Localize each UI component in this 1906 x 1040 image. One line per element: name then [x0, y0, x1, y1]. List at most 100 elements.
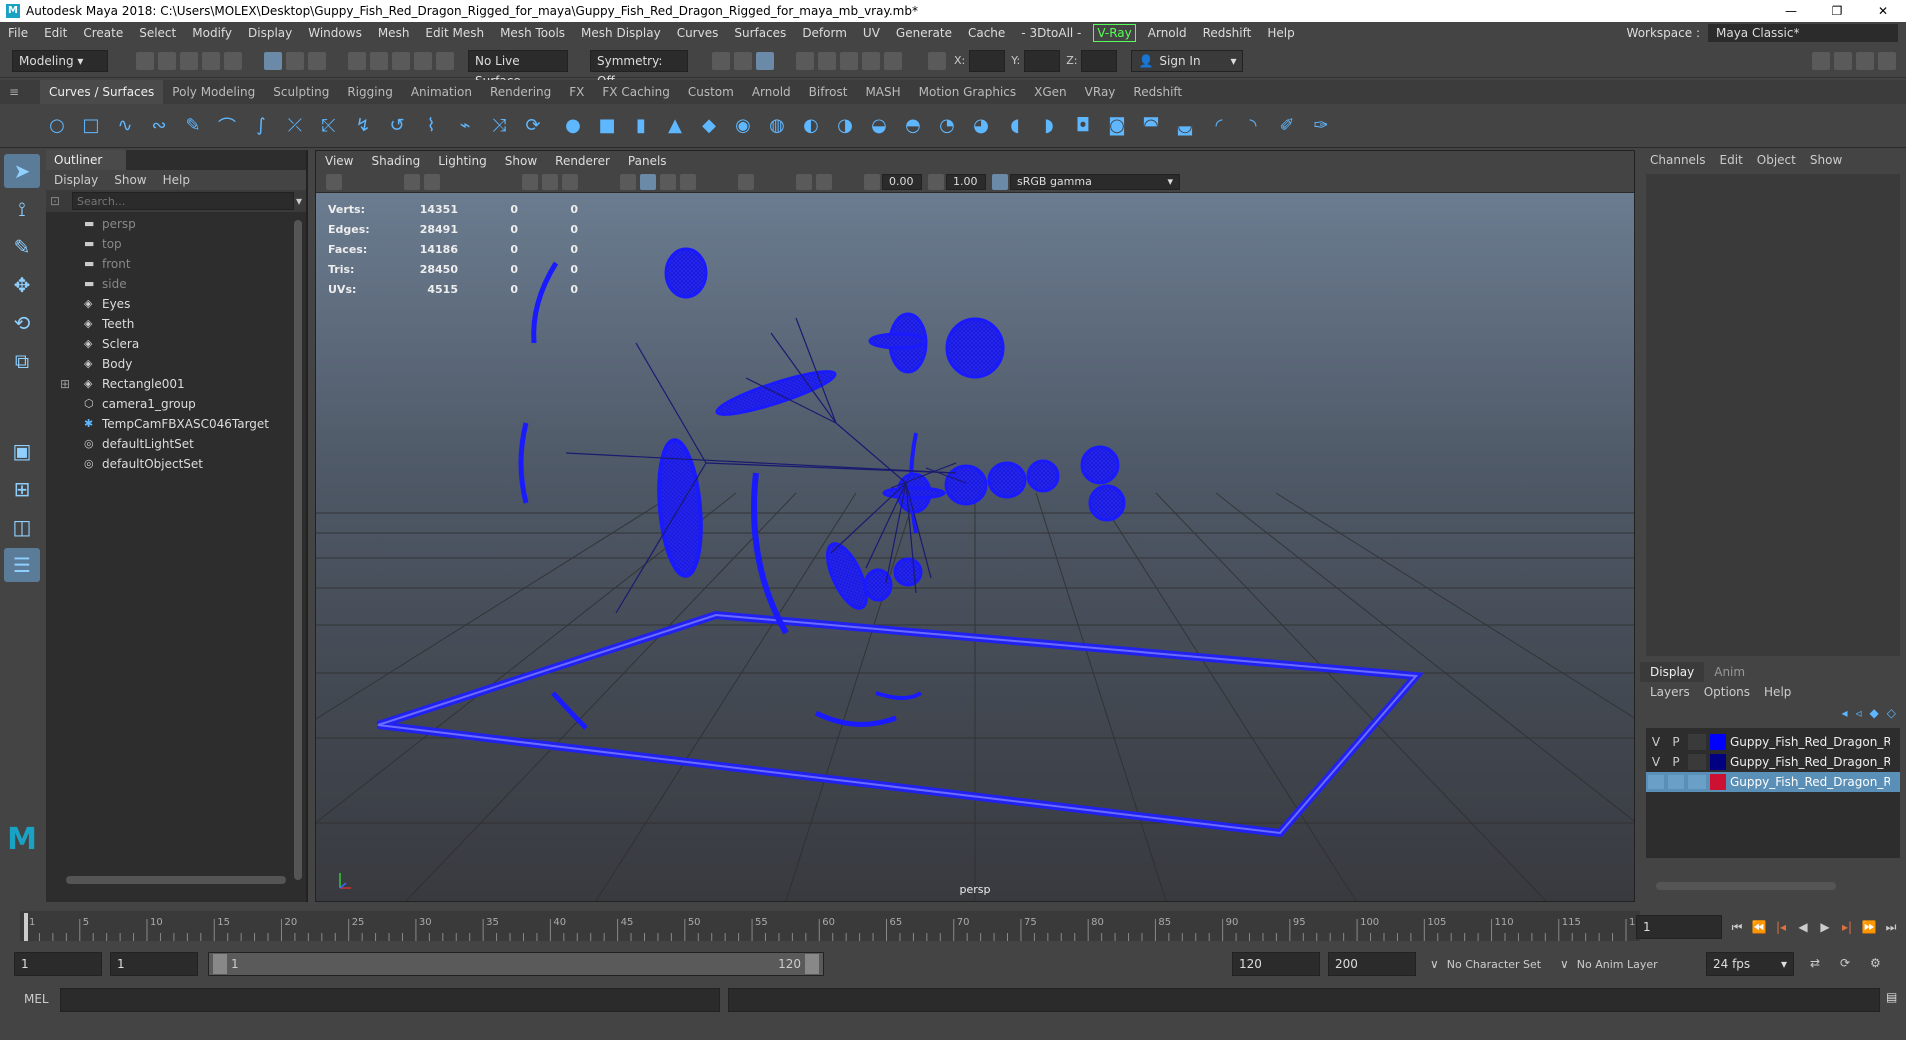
layer-horizontal-scrollbar[interactable]	[1656, 882, 1836, 890]
new-scene-icon[interactable]	[136, 51, 154, 70]
select-component-icon[interactable]	[308, 51, 326, 70]
outliner-search-input[interactable]	[72, 192, 294, 210]
film-gate-icon[interactable]	[542, 173, 558, 190]
channel-box-icon[interactable]	[1878, 51, 1896, 70]
current-frame-field[interactable]: 1	[1636, 915, 1722, 939]
layer-row[interactable]: V P Guppy_Fish_Red_Dragon_Rigg	[1646, 752, 1900, 772]
exposure-icon[interactable]	[864, 173, 880, 190]
planar-icon[interactable]: ◐	[798, 113, 824, 139]
loft-icon[interactable]: ◍	[764, 113, 790, 139]
move-tool-icon[interactable]: ✥	[4, 268, 40, 302]
shelf-tab-rendering[interactable]: Rendering	[481, 80, 560, 104]
animation-start-field[interactable]: 1	[14, 952, 102, 976]
shelf-tab-bifrost[interactable]: Bifrost	[800, 80, 857, 104]
rebuild-surface-icon[interactable]: ◝	[1240, 113, 1266, 139]
isolate-select-icon[interactable]	[796, 173, 812, 190]
fps-dropdown[interactable]: 24 fps ▾	[1706, 952, 1794, 976]
shelf-tab-fx[interactable]: FX	[560, 80, 593, 104]
nurbs-cylinder-icon[interactable]: ▮	[628, 113, 654, 139]
gamma-icon[interactable]	[928, 173, 944, 190]
offset-curve-icon[interactable]: ⌇	[418, 113, 444, 139]
open-close-icon[interactable]: ◜	[1206, 113, 1232, 139]
wireframe-icon[interactable]	[620, 173, 636, 190]
shelf-tab-redshift[interactable]: Redshift	[1124, 80, 1191, 104]
pause-icon[interactable]	[884, 51, 902, 70]
color-space-dropdown[interactable]: sRGB gamma ▾	[1010, 173, 1180, 190]
layer-color-swatch[interactable]	[1710, 774, 1726, 790]
outliner-item-teeth[interactable]: ◈ Teeth	[46, 314, 306, 334]
menu-display[interactable]: Display	[240, 22, 300, 44]
square-surface-icon[interactable]: ◔	[934, 113, 960, 139]
intersect-icon[interactable]: ◗	[1036, 113, 1062, 139]
shelf-menu-icon[interactable]: ≡	[0, 80, 40, 104]
layer-name[interactable]: Guppy_Fish_Red_Dragon_Rigg	[1730, 775, 1890, 789]
select-hierarchy-icon[interactable]	[264, 51, 282, 70]
shadows-icon[interactable]	[738, 173, 754, 190]
anim-prefs-icon[interactable]: ⚙	[1870, 956, 1881, 970]
menu-file[interactable]: File	[0, 22, 36, 44]
outliner-layout-icon[interactable]: ☰	[4, 548, 40, 582]
menu-generate[interactable]: Generate	[888, 22, 960, 44]
outliner-item-side[interactable]: ▬ side	[46, 274, 306, 294]
menu-arnold[interactable]: Arnold	[1140, 22, 1195, 44]
outliner-item-persp[interactable]: ▬ persp	[46, 214, 306, 234]
attribute-editor-icon[interactable]	[1834, 51, 1852, 70]
render-settings-icon[interactable]	[796, 51, 814, 70]
move-layer-down-icon[interactable]: ◃	[1856, 706, 1862, 720]
timeline-ruler[interactable]: 1 5 10 15 20 25 30 35 40 45 50 55 60 65 70 75 80 85 90 95 10…	[20, 905, 1640, 945]
shelf-tab-custom[interactable]: Custom	[679, 80, 743, 104]
layer-menu-options[interactable]: Options	[1704, 685, 1764, 699]
single-perspective-icon[interactable]: ▣	[4, 434, 40, 468]
outliner-item-front[interactable]: ▬ front	[46, 254, 306, 274]
camera-attributes-icon[interactable]	[326, 173, 342, 190]
vray-render-icon[interactable]	[840, 51, 858, 70]
textured-icon[interactable]	[660, 173, 676, 190]
outliner-menu-help[interactable]: Help	[155, 173, 198, 187]
rig-wireframe[interactable]	[376, 247, 1425, 838]
attach-curves-icon[interactable]: ⤫	[282, 113, 308, 139]
shelf-tab-animation[interactable]: Animation	[402, 80, 481, 104]
menu-create[interactable]: Create	[75, 22, 131, 44]
snap-curve-icon[interactable]	[370, 51, 388, 70]
viewport-menu-view[interactable]: View	[316, 151, 362, 171]
menu-3dtoall[interactable]: - 3DtoAll -	[1013, 22, 1089, 44]
outliner-item-default-light-set[interactable]: ◎ defaultLightSet	[46, 434, 306, 454]
play-backward-icon[interactable]: ◀	[1792, 920, 1814, 934]
expand-icon[interactable]: ⊞	[60, 374, 70, 394]
menu-uv[interactable]: UV	[855, 22, 888, 44]
step-back-icon[interactable]: ⏪	[1748, 920, 1770, 934]
menu-redshift[interactable]: Redshift	[1195, 22, 1260, 44]
snap-surface-icon[interactable]	[436, 51, 454, 70]
outliner-item-rectangle001[interactable]: ⊞ ◈ Rectangle001	[46, 374, 306, 394]
select-tool-icon[interactable]: ➤	[4, 154, 40, 188]
layer-tab-display[interactable]: Display	[1640, 662, 1705, 682]
grid-toggle-icon[interactable]	[522, 173, 538, 190]
layer-row[interactable]: V P Guppy_Fish_Red_Dragon_Rigg	[1646, 732, 1900, 752]
attach-surfaces-icon[interactable]: ◚	[1138, 113, 1164, 139]
search-dropdown-icon[interactable]: ▾	[296, 194, 302, 208]
extend-curve-icon[interactable]: ↺	[384, 113, 410, 139]
loop-icon[interactable]: ⇄	[1810, 956, 1820, 970]
viewport-menu-renderer[interactable]: Renderer	[546, 151, 619, 171]
outliner-vertical-scrollbar[interactable]	[294, 220, 302, 880]
outliner-item-sclera[interactable]: ◈ Sclera	[46, 334, 306, 354]
menu-windows[interactable]: Windows	[300, 22, 370, 44]
four-view-icon[interactable]: ⊞	[4, 472, 40, 506]
untrim-icon[interactable]: ◙	[1104, 113, 1130, 139]
image-plane-icon[interactable]	[424, 173, 440, 190]
lasso-tool-icon[interactable]: ⟟	[4, 192, 40, 226]
detach-surfaces-icon[interactable]: ◛	[1172, 113, 1198, 139]
step-back-key-icon[interactable]: |◂	[1770, 920, 1792, 934]
open-scene-icon[interactable]	[158, 51, 176, 70]
scale-tool-icon[interactable]: ⧉	[4, 344, 40, 378]
extrude-icon[interactable]: ◑	[832, 113, 858, 139]
sculpt-tool-icon[interactable]: ✐	[1274, 113, 1300, 139]
paint-select-icon[interactable]: ✎	[4, 230, 40, 264]
new-layer-selected-icon[interactable]: ◇	[1887, 706, 1896, 720]
layer-type-toggle[interactable]	[1688, 775, 1706, 789]
outliner-item-tempcam-target[interactable]: ✱ TempCamFBXASC046Target	[46, 414, 306, 434]
playback-end-field[interactable]: 120	[1232, 952, 1320, 976]
new-layer-icon[interactable]: ◆	[1870, 706, 1879, 720]
save-scene-icon[interactable]	[180, 51, 198, 70]
layer-name[interactable]: Guppy_Fish_Red_Dragon_Rigg	[1730, 735, 1890, 749]
